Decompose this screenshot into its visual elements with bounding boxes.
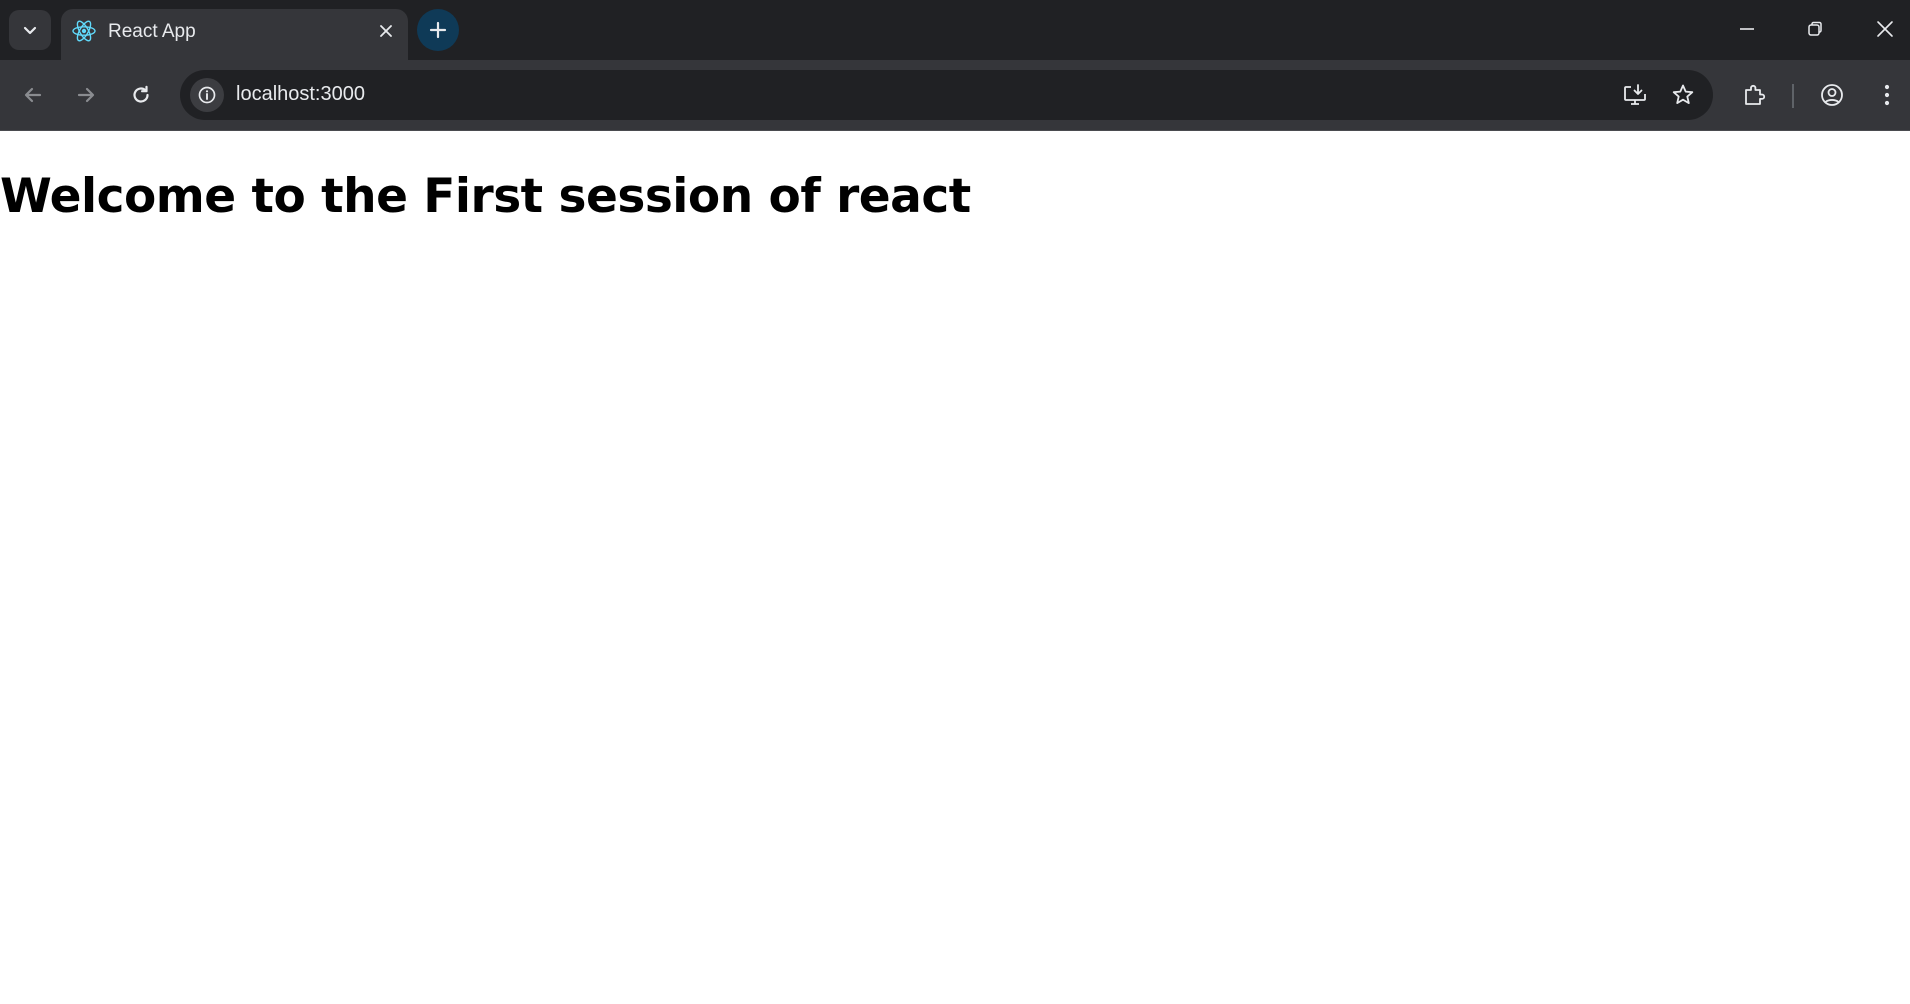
browser-toolbar: localhost:3000: [0, 60, 1910, 131]
tab-react-app[interactable]: React App: [61, 9, 408, 60]
url-text[interactable]: localhost:3000: [236, 83, 365, 106]
puzzle-icon: [1741, 82, 1767, 108]
close-tab-button[interactable]: [374, 19, 398, 43]
install-app-button[interactable]: [1620, 80, 1650, 110]
page-viewport: Welcome to the First session of react: [0, 131, 1910, 1004]
install-app-icon: [1622, 82, 1648, 108]
minimize-button[interactable]: [1724, 8, 1770, 50]
react-logo-icon: [71, 18, 97, 44]
new-tab-button[interactable]: [417, 9, 459, 51]
site-info-button[interactable]: [190, 78, 224, 112]
arrow-left-icon: [22, 84, 44, 106]
tab-search-button[interactable]: [9, 10, 51, 50]
browser-menu-button[interactable]: [1866, 74, 1908, 116]
minimize-icon: [1738, 20, 1756, 38]
close-icon: [378, 23, 394, 39]
profile-button[interactable]: [1811, 74, 1853, 116]
tab-title: React App: [108, 21, 196, 42]
arrow-right-icon: [75, 84, 97, 106]
kebab-menu-icon: [1883, 83, 1891, 107]
tab-strip: React App: [0, 0, 1910, 60]
reload-icon: [130, 84, 152, 106]
back-button[interactable]: [12, 74, 54, 116]
restore-icon: [1806, 20, 1824, 38]
profile-icon: [1819, 82, 1845, 108]
info-icon: [197, 85, 217, 105]
reload-button[interactable]: [120, 74, 162, 116]
close-icon: [1876, 20, 1894, 38]
restore-button[interactable]: [1792, 8, 1838, 50]
bookmark-button[interactable]: [1668, 80, 1698, 110]
toolbar-divider: [1792, 84, 1794, 108]
page-title: Welcome to the First session of react: [0, 169, 971, 224]
forward-button[interactable]: [65, 74, 107, 116]
chevron-down-icon: [21, 21, 39, 39]
address-bar[interactable]: localhost:3000: [180, 70, 1713, 120]
star-icon: [1670, 82, 1696, 108]
plus-icon: [428, 20, 448, 40]
browser-window: React App localhost:3000 Welcome to the …: [0, 0, 1910, 1004]
extensions-button[interactable]: [1733, 74, 1775, 116]
close-window-button[interactable]: [1862, 8, 1908, 50]
